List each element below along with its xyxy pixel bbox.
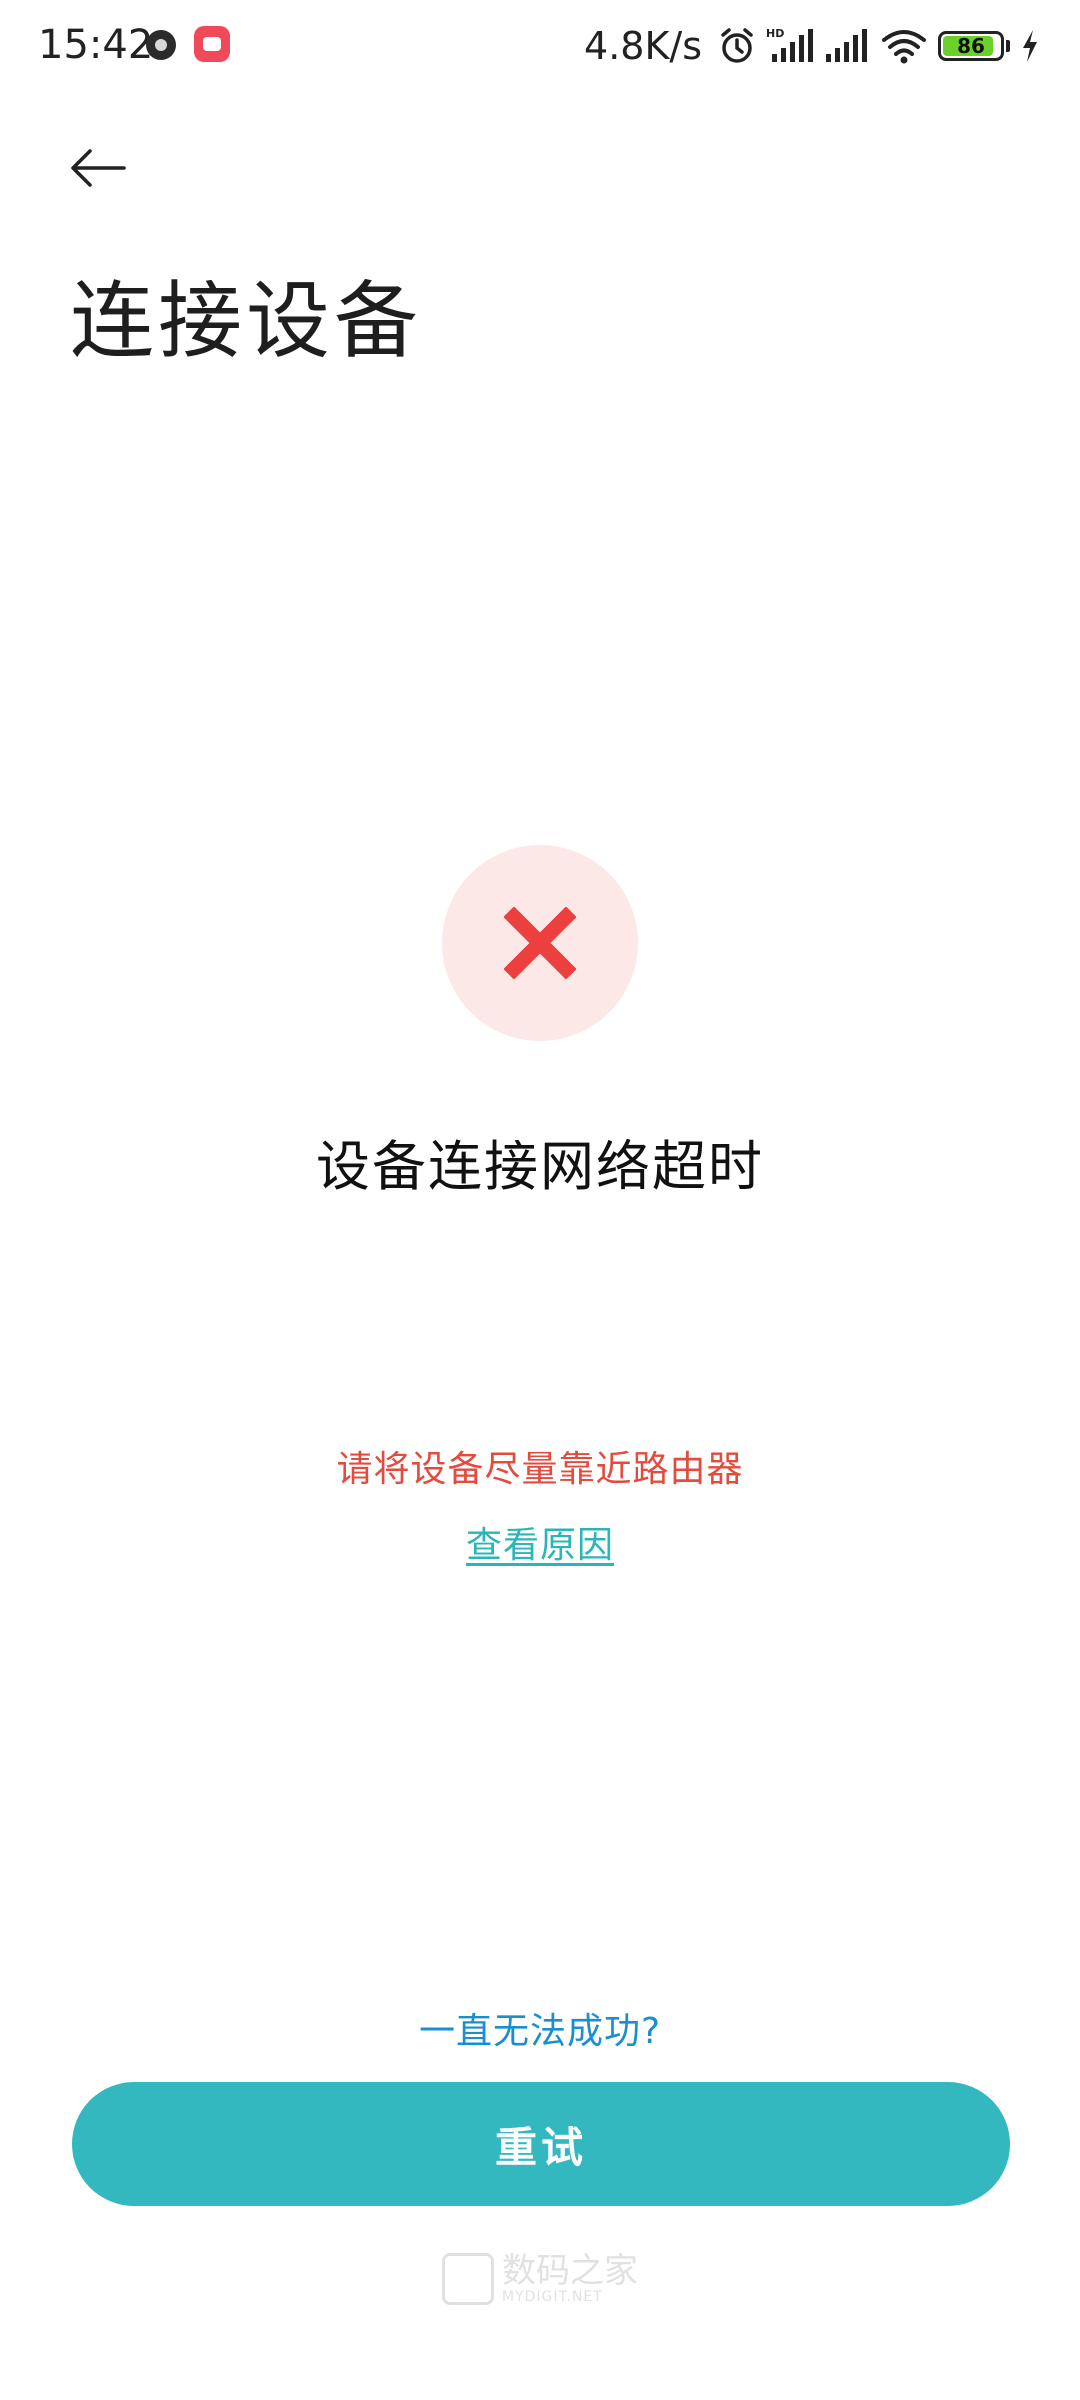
watermark-main: 数码之家 (502, 2251, 638, 2291)
battery-icon: 86 (938, 31, 1004, 61)
status-title: 设备连接网络超时 (316, 1135, 764, 1198)
watermark-logo-icon (442, 2253, 494, 2305)
status-bar: 15:42 4.8K/s HD 86 (0, 0, 1080, 92)
network-speed: 4.8K/s (584, 24, 702, 68)
clock-app-icon (146, 30, 176, 60)
hd-signal-icon: HD (766, 26, 814, 66)
error-status-badge (442, 845, 638, 1041)
watermark: 数码之家 MYDIGIT.NET (442, 2250, 642, 2308)
svg-text:HD: HD (766, 27, 784, 40)
signal-icon (824, 26, 870, 66)
back-button[interactable] (66, 136, 130, 200)
retry-button[interactable]: 重试 (72, 2082, 1010, 2206)
wifi-icon (880, 26, 928, 66)
error-x-icon (504, 907, 576, 979)
battery-tip (1006, 40, 1010, 52)
battery-level: 86 (957, 34, 985, 58)
status-icons: 4.8K/s HD 86 (584, 22, 1040, 70)
alarm-icon (718, 27, 756, 65)
charging-icon (1020, 28, 1040, 64)
watermark-sub: MYDIGIT.NET (502, 2289, 603, 2305)
help-link[interactable]: 一直无法成功? (0, 2002, 1080, 2054)
status-time: 15:42 (38, 22, 154, 68)
camera-app-icon (194, 26, 230, 62)
watermark-text: 数码之家 MYDIGIT.NET (502, 2254, 638, 2304)
back-arrow-icon (71, 149, 126, 187)
page-title: 连接设备 (70, 272, 423, 370)
view-reason-link[interactable]: 查看原因 (0, 1516, 1080, 1568)
hint-text: 请将设备尽量靠近路由器 (336, 1449, 744, 1490)
